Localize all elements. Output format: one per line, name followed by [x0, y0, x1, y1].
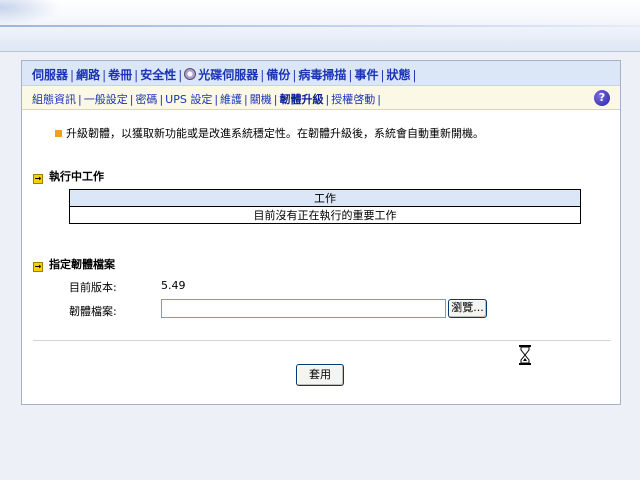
subnav-ups-settings[interactable]: UPS 設定 — [165, 93, 212, 106]
nav-network[interactable]: 網路 — [76, 68, 100, 82]
bullet-icon — [55, 130, 62, 137]
nav-status[interactable]: 狀態 — [387, 68, 411, 82]
header-glow — [0, 0, 60, 26]
nav-cd-server[interactable]: 光碟伺服器 — [198, 68, 258, 82]
subnav-license-activation[interactable]: 授權啓動 — [331, 93, 375, 106]
nav-virus-scan[interactable]: 病毒掃描 — [298, 68, 346, 82]
hourglass-icon — [519, 345, 531, 365]
task-column-header: 工作 — [69, 189, 581, 207]
current-version-value: 5.49 — [161, 279, 186, 292]
arrow-right-icon: → — [33, 262, 43, 272]
nav-server[interactable]: 伺服器 — [32, 68, 68, 82]
apply-button[interactable]: 套用 — [296, 364, 344, 386]
section-divider — [33, 340, 611, 341]
secondary-nav: 組態資訊 | 一般設定 | 密碼 | UPS 設定 | 維護 | 關機 | 韌體升級 | 授權啓動 | ? — [22, 86, 620, 110]
nav-events[interactable]: 事件 — [354, 68, 378, 82]
nav-backup[interactable]: 備份 — [266, 68, 290, 82]
cd-icon — [184, 68, 197, 80]
intro-text: 升級韌體，以獲取新功能或是改進系統穩定性。在韌體升級後，系統會自動重新開機。 — [55, 125, 484, 141]
intro-message: 升級韌體，以獲取新功能或是改進系統穩定性。在韌體升級後，系統會自動重新開機。 — [66, 127, 484, 140]
firmware-file-input[interactable] — [161, 299, 446, 318]
nav-volumes[interactable]: 卷冊 — [108, 68, 132, 82]
firmware-file-heading: → 指定韌體檔案 — [33, 256, 115, 272]
help-icon[interactable]: ? — [594, 90, 610, 106]
browse-button[interactable]: 瀏覽... — [448, 299, 487, 318]
browser-header-bar — [0, 0, 640, 52]
subnav-general-settings[interactable]: 一般設定 — [84, 93, 128, 106]
subnav-firmware-upgrade[interactable]: 韌體升級 — [279, 93, 323, 106]
subnav-config-info[interactable]: 組態資訊 — [32, 93, 76, 106]
firmware-file-label: 韌體檔案: — [69, 305, 117, 318]
arrow-right-icon: → — [33, 174, 43, 184]
firmware-upgrade-panel: 伺服器 | 網路 | 卷冊 | 安全性 | 光碟伺服器 | 備份 | 病毒掃描 | 事件 | 狀態 | 組態資訊 |… — [21, 60, 621, 405]
subnav-maintenance[interactable]: 維護 — [220, 93, 242, 106]
subnav-shutdown[interactable]: 關機 — [250, 93, 272, 106]
primary-nav: 伺服器 | 網路 | 卷冊 | 安全性 | 光碟伺服器 | 備份 | 病毒掃描 | 事件 | 狀態 | — [22, 61, 620, 86]
running-tasks-heading: → 執行中工作 — [33, 168, 104, 184]
task-empty-message: 目前沒有正在執行的重要工作 — [253, 209, 397, 222]
subnav-password[interactable]: 密碼 — [135, 93, 157, 106]
header-divider-line — [0, 25, 640, 27]
firmware-file-title: 指定韌體檔案 — [49, 258, 115, 271]
nav-security[interactable]: 安全性 — [140, 68, 176, 82]
current-version-label: 目前版本: — [69, 281, 117, 294]
running-tasks-table: 工作 目前沒有正在執行的重要工作 — [69, 189, 581, 224]
running-tasks-title: 執行中工作 — [49, 170, 104, 183]
